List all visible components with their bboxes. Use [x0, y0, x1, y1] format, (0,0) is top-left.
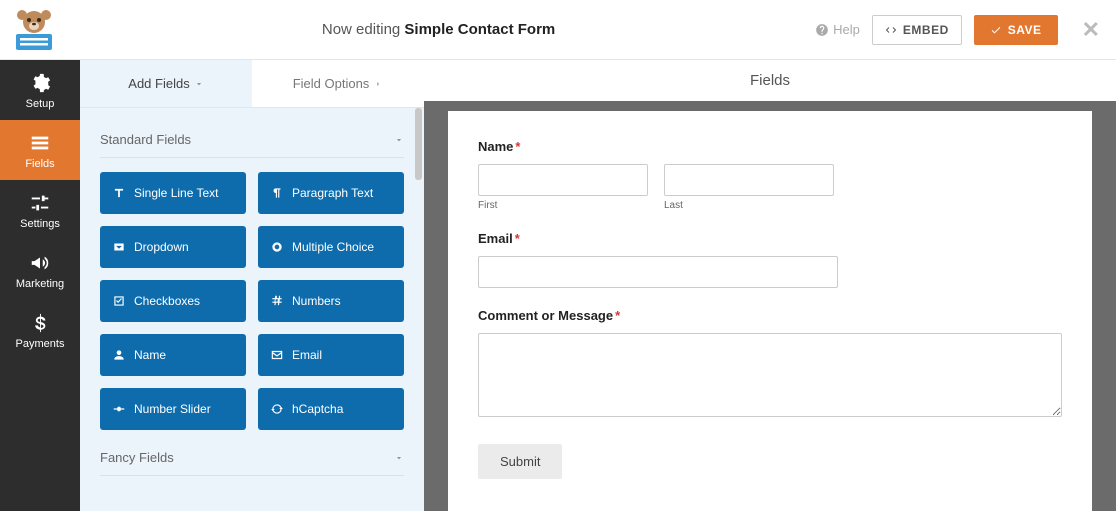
last-sublabel: Last: [664, 200, 834, 211]
check-icon: [990, 24, 1002, 36]
field-paragraph-text[interactable]: Paragraph Text: [258, 172, 404, 214]
preview-field-name: Name* First Last: [478, 139, 1062, 211]
topbar: Now editing Simple Contact Form Help EMB…: [0, 0, 1116, 60]
chevron-down-icon: [194, 79, 204, 89]
field-numbers[interactable]: Numbers: [258, 280, 404, 322]
app-logo-icon: [6, 6, 62, 54]
nav-setup[interactable]: Setup: [0, 60, 80, 120]
help-link[interactable]: Help: [815, 22, 860, 37]
preview-field-comment: Comment or Message*: [478, 308, 1062, 420]
help-icon: [815, 23, 829, 37]
sidenav: Setup Fields Settings Marketing Payments: [0, 60, 80, 511]
comment-textarea[interactable]: [478, 333, 1062, 417]
envelope-icon: [270, 348, 284, 362]
save-button[interactable]: SAVE: [974, 15, 1058, 45]
section-standard-fields[interactable]: Standard Fields: [100, 122, 404, 158]
chevron-right-icon: [373, 79, 383, 89]
user-icon: [112, 348, 126, 362]
field-multiple-choice[interactable]: Multiple Choice: [258, 226, 404, 268]
chevron-down-icon: [394, 135, 404, 145]
name-label: Name*: [478, 139, 520, 154]
preview-field-email: Email*: [478, 231, 1062, 288]
code-icon: [885, 24, 897, 36]
field-checkboxes[interactable]: Checkboxes: [100, 280, 246, 322]
text-icon: [112, 186, 126, 200]
scrollbar-thumb[interactable]: [415, 108, 422, 180]
nav-payments[interactable]: Payments: [0, 300, 80, 360]
embed-button[interactable]: EMBED: [872, 15, 962, 45]
nav-settings[interactable]: Settings: [0, 180, 80, 240]
gear-icon: [29, 72, 51, 94]
field-hcaptcha[interactable]: hCaptcha: [258, 388, 404, 430]
nav-marketing[interactable]: Marketing: [0, 240, 80, 300]
page-title: Now editing Simple Contact Form: [62, 21, 815, 38]
radio-icon: [270, 240, 284, 254]
first-sublabel: First: [478, 200, 648, 211]
checkbox-icon: [112, 294, 126, 308]
canvas-title: Fields: [424, 60, 1116, 101]
email-input[interactable]: [478, 256, 838, 288]
slider-icon: [112, 402, 126, 416]
close-icon[interactable]: ✕: [1082, 17, 1100, 43]
paragraph-icon: [270, 186, 284, 200]
hash-icon: [270, 294, 284, 308]
field-single-line-text[interactable]: Single Line Text: [100, 172, 246, 214]
captcha-icon: [270, 402, 284, 416]
submit-button[interactable]: Submit: [478, 444, 562, 479]
nav-fields[interactable]: Fields: [0, 120, 80, 180]
tab-add-fields[interactable]: Add Fields: [80, 60, 252, 107]
list-icon: [29, 132, 51, 154]
first-name-input[interactable]: [478, 164, 648, 196]
field-number-slider[interactable]: Number Slider: [100, 388, 246, 430]
dropdown-icon: [112, 240, 126, 254]
dollar-icon: [29, 312, 51, 334]
last-name-input[interactable]: [664, 164, 834, 196]
email-label: Email*: [478, 231, 520, 246]
sliders-icon: [29, 192, 51, 214]
form-canvas: Fields Name* First Last: [424, 60, 1116, 511]
chevron-down-icon: [394, 453, 404, 463]
comment-label: Comment or Message*: [478, 308, 620, 323]
field-email[interactable]: Email: [258, 334, 404, 376]
section-fancy-fields[interactable]: Fancy Fields: [100, 440, 404, 476]
field-dropdown[interactable]: Dropdown: [100, 226, 246, 268]
field-name[interactable]: Name: [100, 334, 246, 376]
tab-field-options[interactable]: Field Options: [252, 60, 424, 107]
fields-panel: Add Fields Field Options Standard Fields…: [80, 60, 424, 511]
bullhorn-icon: [29, 252, 51, 274]
